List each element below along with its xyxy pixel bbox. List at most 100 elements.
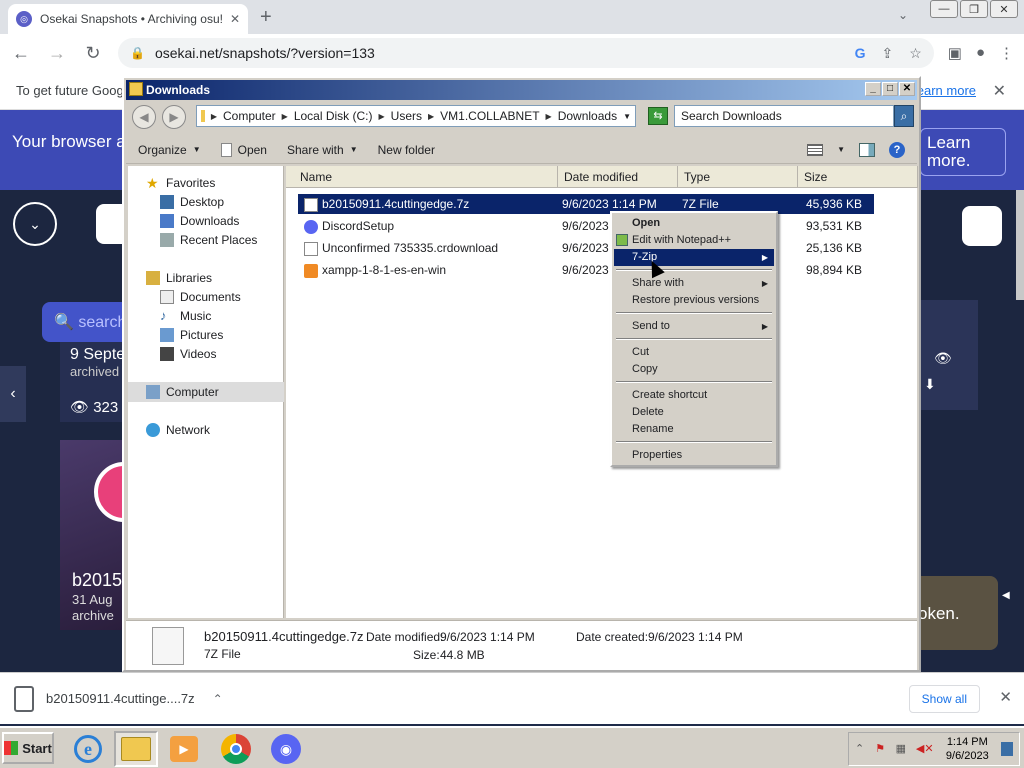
menu-item-rename[interactable]: Rename <box>614 421 774 438</box>
infobar-close-icon[interactable]: ✕ <box>993 81 1006 101</box>
start-button[interactable]: Start <box>2 732 54 764</box>
breadcrumb-item[interactable]: Users <box>391 109 422 123</box>
nav-item-pictures[interactable]: Pictures <box>160 328 223 342</box>
side-panel-icon[interactable]: ▣ <box>948 44 962 62</box>
address-dropdown-icon[interactable]: ▼ <box>623 112 631 121</box>
menu-item-restore-versions[interactable]: Restore previous versions <box>614 292 774 309</box>
user-avatar[interactable] <box>962 206 1002 246</box>
google-icon[interactable]: G <box>855 45 866 62</box>
nav-item-videos[interactable]: Videos <box>160 347 216 361</box>
taskbar-ie[interactable]: e <box>66 731 110 767</box>
nav-item-downloads[interactable]: Downloads <box>160 214 239 228</box>
new-tab-icon[interactable]: + <box>260 6 272 29</box>
breadcrumb-item[interactable]: VM1.COLLABNET <box>440 109 539 123</box>
taskbar-chrome[interactable] <box>214 731 258 767</box>
minimize-icon[interactable]: _ <box>865 82 881 96</box>
menu-item-copy[interactable]: Copy <box>614 361 774 378</box>
new-folder-button[interactable]: New folder <box>378 143 435 157</box>
column-size[interactable]: Size <box>798 166 918 188</box>
menu-item-cut[interactable]: Cut <box>614 344 774 361</box>
carousel-prev-button[interactable]: ‹ <box>0 366 26 422</box>
page-scrollbar[interactable] <box>1016 190 1024 300</box>
column-type[interactable]: Type <box>678 166 798 188</box>
minimize-icon[interactable]: — <box>930 0 958 18</box>
menu-item-send-to[interactable]: Send to ▶ <box>614 318 774 335</box>
breadcrumb-item[interactable]: Downloads <box>558 109 617 123</box>
download-item-name[interactable]: b20150911.4cuttinge....7z <box>46 691 195 706</box>
menu-kebab-icon[interactable]: ⋮ <box>999 44 1014 62</box>
view-options-icon[interactable] <box>807 143 824 156</box>
menu-item-share-with[interactable]: Share with ▶ <box>614 275 774 292</box>
view-dropdown-icon[interactable]: ▼ <box>837 145 845 154</box>
nav-item-network[interactable]: Network <box>146 423 210 437</box>
nav-item-documents[interactable]: Documents <box>160 290 241 304</box>
caret-left-icon[interactable]: ◀ <box>1002 590 1010 601</box>
nav-item-music[interactable]: ♪ Music <box>160 309 211 324</box>
open-button[interactable]: Open <box>220 142 267 157</box>
maximize-icon[interactable]: □ <box>882 82 898 96</box>
forward-icon[interactable]: → <box>46 43 68 64</box>
table-row[interactable]: b20150911.4cuttingedge.7z 9/6/2023 1:14 … <box>298 194 874 214</box>
site-search-input[interactable]: 🔍 search <box>42 302 126 342</box>
table-row[interactable]: Unconfirmed 735335.crdownload 9/6/2023 2… <box>298 238 874 258</box>
taskbar-explorer[interactable] <box>114 731 158 767</box>
learn-more-link[interactable]: earn more <box>917 83 976 98</box>
share-icon[interactable]: ⇪ <box>881 45 893 62</box>
tray-expand-icon[interactable]: ⌃ <box>855 742 867 756</box>
close-icon[interactable]: ✕ <box>899 82 915 96</box>
action-center-icon[interactable]: ⚑ <box>875 742 887 756</box>
preview-pane-icon[interactable] <box>859 142 875 157</box>
column-date-modified[interactable]: Date modified <box>558 166 678 188</box>
reload-icon[interactable]: ↻ <box>82 43 104 64</box>
download-icon[interactable]: ⬇ <box>924 376 936 393</box>
restore-icon[interactable]: ❐ <box>960 0 988 18</box>
breadcrumb-bar[interactable]: ▶ Computer ▶ Local Disk (C:) ▶ Users ▶ V… <box>196 105 636 127</box>
browser-tab[interactable]: ◎ Osekai Snapshots • Archiving osu! v ✕ <box>8 4 248 34</box>
taskbar-media-player[interactable]: ▶ <box>162 731 206 767</box>
close-window-icon[interactable]: ✕ <box>990 0 1018 18</box>
nav-item-computer[interactable]: Computer <box>146 385 219 399</box>
share-with-button[interactable]: Share with ▼ <box>287 143 358 157</box>
bookmark-star-icon[interactable]: ☆ <box>909 45 922 62</box>
file-icon <box>304 197 318 212</box>
clock[interactable]: 1:14 PM 9/6/2023 <box>946 735 989 763</box>
column-name[interactable]: Name <box>286 166 558 188</box>
organize-button[interactable]: Organize ▼ <box>138 143 201 157</box>
breadcrumb-item[interactable]: Computer <box>223 109 276 123</box>
forward-arrow-icon[interactable]: ▶ <box>162 105 186 129</box>
menu-item-edit-notepad[interactable]: Edit with Notepad++ <box>614 232 774 249</box>
refresh-icon[interactable]: ⇆ <box>648 107 668 125</box>
breadcrumb-item[interactable]: Local Disk (C:) <box>294 109 373 123</box>
taskbar-discord[interactable]: ◉ <box>264 731 308 767</box>
search-input[interactable]: Search Downloads <box>674 105 894 127</box>
table-row[interactable]: xampp-1-8-1-es-en-win 9/6/2023 98,894 KB <box>298 260 874 280</box>
show-all-button[interactable]: Show all <box>908 685 980 713</box>
menu-item-open[interactable]: Open <box>614 215 774 232</box>
profile-avatar-icon[interactable]: ● <box>976 44 985 62</box>
tab-search-chevron-icon[interactable]: ⌄ <box>898 8 908 22</box>
menu-item-properties[interactable]: Properties <box>614 447 774 464</box>
table-row[interactable]: DiscordSetup 9/6/2023 93,531 KB <box>298 216 874 236</box>
back-arrow-icon[interactable]: ◀ <box>132 105 156 129</box>
learn-more-button[interactable]: Learn more. <box>920 128 1006 176</box>
nav-item-libraries[interactable]: Libraries <box>146 271 212 285</box>
explorer-titlebar[interactable]: Downloads _ □ ✕ <box>126 80 917 100</box>
back-icon[interactable]: ← <box>10 43 32 64</box>
nav-item-desktop[interactable]: Desktop <box>160 195 224 209</box>
nav-item-recent-places[interactable]: Recent Places <box>160 233 257 247</box>
volume-muted-icon[interactable]: ◀✕ <box>916 742 934 756</box>
show-desktop-icon[interactable] <box>1000 742 1014 756</box>
address-bar[interactable]: 🔒 osekai.net/snapshots/?version=133 G ⇪ … <box>118 38 934 68</box>
dropdown-circle-button[interactable]: ⌄ <box>13 202 57 246</box>
close-tab-icon[interactable]: ✕ <box>230 12 240 26</box>
snapshot-card-2[interactable]: b2015 31 Aug archive <box>60 440 126 630</box>
network-tray-icon[interactable]: ▦ <box>896 742 908 756</box>
help-icon[interactable]: ? <box>889 141 905 158</box>
menu-item-create-shortcut[interactable]: Create shortcut <box>614 387 774 404</box>
close-icon[interactable]: ✕ <box>999 688 1012 706</box>
search-icon[interactable]: ⌕ <box>894 105 914 127</box>
nav-item-favorites[interactable]: ★ Favorites <box>146 176 215 190</box>
menu-item-7zip[interactable]: 7-Zip ▶ <box>614 249 774 266</box>
chevron-up-icon[interactable]: ⌃ <box>213 692 223 706</box>
menu-item-delete[interactable]: Delete <box>614 404 774 421</box>
